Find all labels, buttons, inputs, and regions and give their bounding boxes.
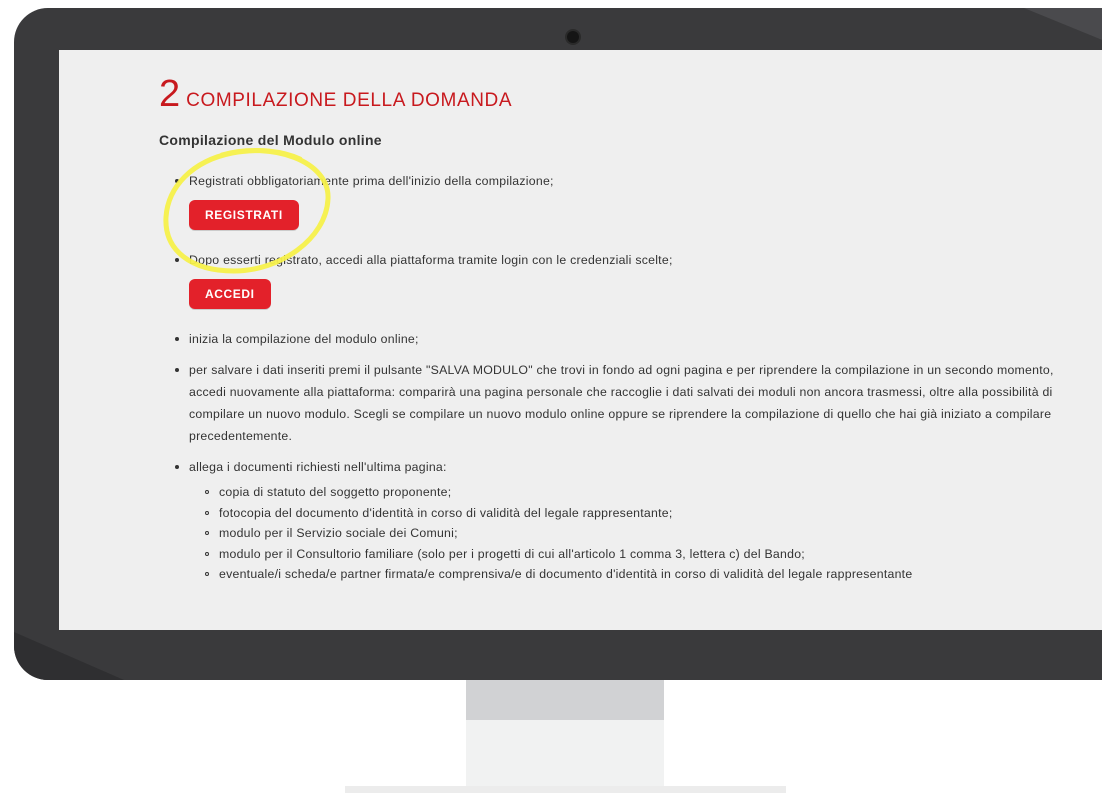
list-item-save: per salvare i dati inseriti premi il pul…	[175, 359, 1059, 447]
list-item-document: eventuale/i scheda/e partner firmata/e c…	[205, 564, 1059, 585]
list-item-document: fotocopia del documento d'identità in co…	[205, 503, 1059, 524]
list-item-register: Registrati obbligatoriamente prima dell'…	[175, 170, 1059, 240]
monitor-screen: 2 COMPILAZIONE DELLA DOMANDA Compilazion…	[59, 50, 1102, 630]
list-item-document: modulo per il Servizio sociale dei Comun…	[205, 523, 1059, 544]
monitor-stand-neck	[466, 680, 664, 720]
section-title: 2 COMPILAZIONE DELLA DOMANDA	[159, 75, 1059, 119]
attach-instruction: allega i documenti richiesti nell'ultima…	[189, 460, 447, 474]
register-button[interactable]: REGISTRATI	[189, 200, 299, 230]
bezel-reflection-top	[1024, 8, 1102, 53]
monitor-illustration: 2 COMPILAZIONE DELLA DOMANDA Compilazion…	[0, 0, 1102, 793]
start-instruction: inizia la compilazione del modulo online…	[189, 332, 419, 346]
subheading: Compilazione del Modulo online	[159, 132, 382, 148]
list-item-attach: allega i documenti richiesti nell'ultima…	[175, 456, 1059, 585]
section-heading: COMPILAZIONE DELLA DOMANDA	[186, 90, 513, 111]
monitor-stand-base	[345, 786, 786, 793]
login-instruction: Dopo esserti registrato, accedi alla pia…	[189, 253, 673, 267]
list-item-start: inizia la compilazione del modulo online…	[175, 328, 1059, 350]
page-content: 2 COMPILAZIONE DELLA DOMANDA Compilazion…	[159, 75, 1059, 594]
list-item-document: modulo per il Consultorio familiare (sol…	[205, 544, 1059, 565]
login-button[interactable]: ACCEDI	[189, 279, 271, 309]
list-item-login: Dopo esserti registrato, accedi alla pia…	[175, 249, 1059, 319]
documents-list: copia di statuto del soggetto proponente…	[189, 482, 1059, 585]
monitor-stand	[466, 720, 664, 793]
section-number: 2	[159, 73, 181, 115]
bezel-reflection-bottom	[14, 632, 124, 680]
register-instruction: Registrati obbligatoriamente prima dell'…	[189, 174, 554, 188]
save-instruction: per salvare i dati inseriti premi il pul…	[189, 363, 1054, 443]
steps-list: Registrati obbligatoriamente prima dell'…	[159, 170, 1059, 585]
list-item-document: copia di statuto del soggetto proponente…	[205, 482, 1059, 503]
webcam-icon	[567, 31, 579, 43]
